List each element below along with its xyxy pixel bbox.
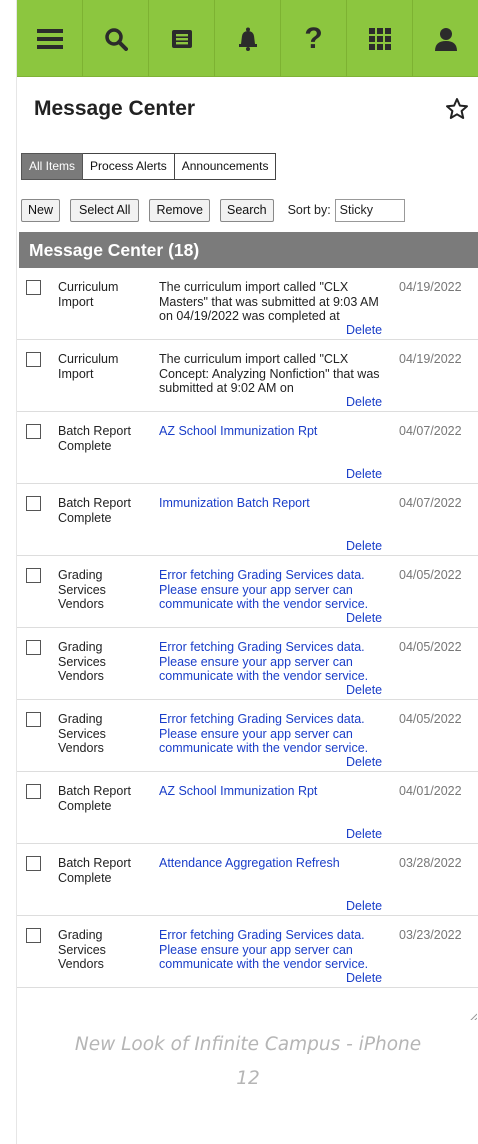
message-row: Curriculum Import The curriculum import … — [17, 340, 478, 412]
message-row: Batch Report Complete Immunization Batch… — [17, 484, 478, 556]
message-date: 04/01/2022 — [399, 784, 462, 798]
message-link[interactable]: Error fetching Grading Services data. Pl… — [159, 640, 395, 686]
row-checkbox[interactable] — [26, 784, 41, 799]
caption-line-2: 12 — [236, 1068, 260, 1089]
apps-button[interactable] — [347, 0, 413, 77]
message-link[interactable]: Error fetching Grading Services data. Pl… — [159, 712, 395, 758]
message-date: 04/19/2022 — [399, 352, 462, 366]
resize-grip-icon[interactable] — [467, 1012, 477, 1020]
row-checkbox[interactable] — [26, 712, 41, 727]
message-text: The curriculum import called "CLX Master… — [159, 280, 379, 323]
row-checkbox[interactable] — [26, 928, 41, 943]
sort-label: Sort by: — [287, 203, 331, 217]
message-type: Batch Report Complete — [58, 784, 131, 813]
apps-icon — [368, 27, 391, 50]
message-type: Grading Services Vendors — [58, 712, 106, 755]
message-link[interactable]: Error fetching Grading Services data. Pl… — [159, 568, 395, 614]
message-center-button[interactable] — [149, 0, 215, 77]
row-checkbox[interactable] — [26, 640, 41, 655]
toolbar: New Select All Remove Search Sort by: St… — [21, 198, 478, 222]
search-button[interactable] — [83, 0, 149, 77]
bell-icon — [238, 27, 257, 51]
message-link[interactable]: Error fetching Grading Services data. Pl… — [159, 928, 395, 974]
message-type: Batch Report Complete — [58, 496, 131, 525]
row-checkbox[interactable] — [26, 424, 41, 439]
menu-button[interactable] — [17, 0, 83, 77]
delete-link[interactable]: Delete — [346, 755, 382, 769]
message-row: Grading Services Vendors Error fetching … — [17, 916, 478, 988]
message-text: The curriculum import called "CLX Concep… — [159, 352, 380, 395]
message-row: Batch Report Complete AZ School Immuniza… — [17, 772, 478, 844]
message-link[interactable]: Attendance Aggregation Refresh — [159, 856, 395, 902]
user-icon — [434, 27, 457, 51]
sort-select[interactable]: Sticky — [334, 198, 405, 222]
message-row: Batch Report Complete Attendance Aggrega… — [17, 844, 478, 916]
search-button-toolbar[interactable]: Search — [219, 198, 274, 222]
row-checkbox[interactable] — [26, 352, 41, 367]
new-button[interactable]: New — [21, 198, 61, 222]
row-checkbox[interactable] — [26, 568, 41, 583]
delete-link[interactable]: Delete — [346, 611, 382, 625]
message-type: Grading Services Vendors — [58, 640, 106, 683]
message-row: Curriculum Import The curriculum import … — [17, 268, 478, 340]
message-date: 04/05/2022 — [399, 712, 462, 726]
message-link[interactable]: AZ School Immunization Rpt — [159, 424, 395, 470]
tab-all-items[interactable]: All Items — [21, 153, 84, 180]
image-caption: New Look of Infinite Campus - iPhone 12 — [17, 1028, 478, 1096]
message-list: Curriculum Import The curriculum import … — [17, 268, 478, 1020]
message-date: 04/07/2022 — [399, 424, 462, 438]
caption-line-1: New Look of Infinite Campus - iPhone — [74, 1034, 422, 1055]
delete-link[interactable]: Delete — [346, 467, 382, 481]
message-row: Grading Services Vendors Error fetching … — [17, 700, 478, 772]
page-title: Message Center — [34, 97, 196, 120]
message-type: Batch Report Complete — [58, 424, 131, 453]
message-row: Grading Services Vendors Error fetching … — [17, 628, 478, 700]
tab-process-alerts[interactable]: Process Alerts — [83, 153, 175, 180]
message-date: 03/28/2022 — [399, 856, 462, 870]
message-type: Curriculum Import — [58, 280, 119, 309]
message-icon — [171, 29, 192, 48]
message-row: Batch Report Complete AZ School Immuniza… — [17, 412, 478, 484]
delete-link[interactable]: Delete — [346, 683, 382, 697]
message-type: Batch Report Complete — [58, 856, 131, 885]
top-navigation-bar: ? — [17, 0, 478, 77]
delete-link[interactable]: Delete — [346, 827, 382, 841]
message-type: Curriculum Import — [58, 352, 119, 381]
title-row: Message Center — [17, 77, 478, 141]
message-type: Grading Services Vendors — [58, 928, 106, 971]
star-icon[interactable] — [445, 97, 469, 121]
delete-link[interactable]: Delete — [346, 539, 382, 553]
select-all-button[interactable]: Select All — [70, 198, 140, 222]
message-date: 04/05/2022 — [399, 640, 462, 654]
delete-link[interactable]: Delete — [346, 971, 382, 985]
user-button[interactable] — [413, 0, 478, 77]
message-tabs: All Items Process Alerts Announcements — [21, 153, 277, 180]
delete-link[interactable]: Delete — [346, 323, 382, 337]
message-link[interactable]: Immunization Batch Report — [159, 496, 395, 542]
row-checkbox[interactable] — [26, 856, 41, 871]
tab-announcements[interactable]: Announcements — [174, 153, 277, 180]
screenshot-frame: ? Message Center All Items Process Alert… — [16, 0, 478, 1144]
message-type: Grading Services Vendors — [58, 568, 106, 611]
row-checkbox[interactable] — [26, 280, 41, 295]
search-icon — [104, 27, 128, 51]
section-header: Message Center (18) — [19, 232, 478, 268]
help-button[interactable]: ? — [281, 0, 347, 77]
message-link[interactable]: AZ School Immunization Rpt — [159, 784, 395, 830]
notifications-button[interactable] — [215, 0, 281, 77]
delete-link[interactable]: Delete — [346, 395, 382, 409]
message-row: Grading Services Vendors Error fetching … — [17, 556, 478, 628]
message-date: 03/23/2022 — [399, 928, 462, 942]
message-date: 04/07/2022 — [399, 496, 462, 510]
row-checkbox[interactable] — [26, 496, 41, 511]
delete-link[interactable]: Delete — [346, 899, 382, 913]
message-date: 04/05/2022 — [399, 568, 462, 582]
menu-icon — [36, 28, 63, 49]
help-icon: ? — [304, 21, 323, 55]
remove-button[interactable]: Remove — [149, 198, 210, 222]
message-date: 04/19/2022 — [399, 280, 462, 294]
